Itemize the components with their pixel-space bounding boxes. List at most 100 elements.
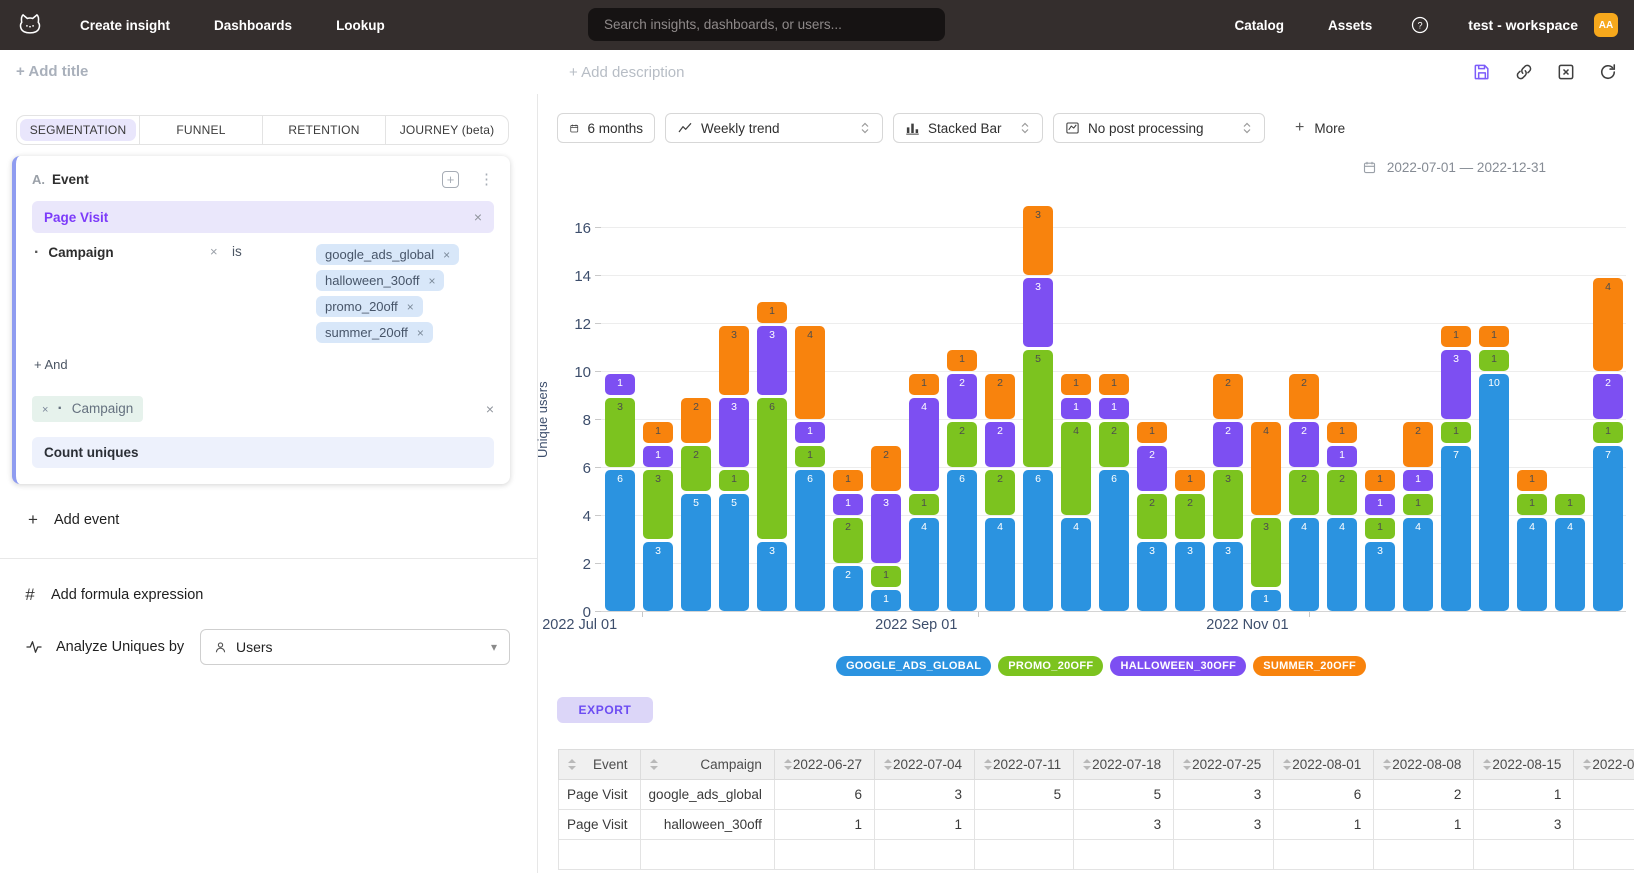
segment-summer_20off[interactable]: 2 — [1403, 422, 1433, 467]
tag-remove-icon[interactable]: × — [417, 326, 424, 340]
segment-promo_20off[interactable]: 2 — [947, 422, 977, 467]
segment-promo_20off[interactable]: 2 — [1137, 494, 1167, 539]
export-button[interactable]: EXPORT — [557, 697, 653, 723]
event-select-row[interactable]: Page Visit × — [32, 201, 494, 233]
remove-filter-icon[interactable]: × — [210, 244, 232, 343]
legend-pill-summer-20off[interactable]: SUMMER_20OFF — [1253, 656, 1366, 676]
segment-summer_20off[interactable]: 1 — [757, 302, 787, 323]
sort-icon[interactable] — [783, 758, 793, 771]
sort-icon[interactable] — [1082, 758, 1092, 771]
segment-halloween_30off[interactable]: 1 — [605, 374, 635, 395]
column-header-2022-07-11[interactable]: 2022-07-11 — [975, 750, 1074, 780]
chart-type-select[interactable]: Stacked Bar — [893, 113, 1043, 143]
post-processing-select[interactable]: No post processing — [1053, 113, 1265, 143]
sort-icon[interactable] — [1582, 758, 1592, 771]
bar-2022-11-28[interactable]: 7131 — [1441, 326, 1471, 611]
segment-google_ads_global[interactable]: 1 — [871, 590, 901, 611]
segment-google_ads_global[interactable]: 6 — [947, 470, 977, 611]
segment-promo_20off[interactable]: 1 — [1479, 350, 1509, 371]
segment-halloween_30off[interactable]: 3 — [1023, 278, 1053, 347]
segment-google_ads_global[interactable]: 3 — [1137, 542, 1167, 611]
segment-summer_20off[interactable]: 4 — [795, 326, 825, 419]
segment-summer_20off[interactable]: 1 — [1365, 470, 1395, 491]
filter-value-promo-20off[interactable]: promo_20off× — [316, 296, 423, 317]
segment-summer_20off[interactable]: 4 — [1593, 278, 1623, 371]
segment-google_ads_global[interactable]: 4 — [1289, 518, 1319, 611]
segment-google_ads_global[interactable]: 4 — [909, 518, 939, 611]
save-icon[interactable] — [1471, 61, 1492, 82]
breakdown-pill[interactable]: × · Campaign — [32, 396, 143, 422]
bar-2022-08-15[interactable]: 1132 — [871, 446, 901, 611]
sort-icon[interactable] — [567, 758, 577, 771]
segment-google_ads_global[interactable]: 6 — [1023, 470, 1053, 611]
segment-summer_20off[interactable]: 1 — [1061, 374, 1091, 395]
bar-2022-11-07[interactable]: 4211 — [1327, 422, 1357, 611]
segment-promo_20off[interactable]: 5 — [1023, 350, 1053, 467]
segment-google_ads_global[interactable]: 2 — [833, 566, 863, 611]
segment-halloween_30off[interactable]: 2 — [1137, 446, 1167, 491]
column-header-2022-06-27[interactable]: 2022-06-27 — [774, 750, 874, 780]
cat-logo-icon[interactable] — [16, 10, 46, 40]
tab-segmentation[interactable]: SEGMENTATION — [17, 116, 139, 144]
segment-promo_20off[interactable]: 1 — [719, 470, 749, 491]
date-range-button[interactable]: 6 months — [557, 113, 655, 143]
segment-promo_20off[interactable]: 4 — [1061, 422, 1091, 515]
segment-summer_20off[interactable]: 1 — [947, 350, 977, 371]
segment-google_ads_global[interactable]: 4 — [1327, 518, 1357, 611]
segment-halloween_30off[interactable]: 2 — [1213, 422, 1243, 467]
segment-google_ads_global[interactable]: 7 — [1593, 446, 1623, 611]
segment-promo_20off[interactable]: 1 — [1517, 494, 1547, 515]
segment-halloween_30off[interactable]: 1 — [1327, 446, 1357, 467]
trend-select[interactable]: Weekly trend — [665, 113, 883, 143]
segment-summer_20off[interactable]: 1 — [1099, 374, 1129, 395]
nav-item-create-insight[interactable]: Create insight — [80, 18, 170, 33]
column-header-2022-07-18[interactable]: 2022-07-18 — [1074, 750, 1174, 780]
filter-property[interactable]: Campaign — [48, 245, 113, 260]
segment-halloween_30off[interactable]: 2 — [1593, 374, 1623, 419]
filter-operator[interactable]: is — [232, 244, 316, 343]
bar-2022-09-19[interactable]: 4411 — [1061, 374, 1091, 611]
column-header-campaign[interactable]: Campaign — [640, 750, 774, 780]
segment-promo_20off[interactable]: 3 — [605, 398, 635, 467]
segment-google_ads_global[interactable]: 3 — [1213, 542, 1243, 611]
remove-event-icon[interactable]: × — [474, 209, 482, 225]
segment-halloween_30off[interactable]: 2 — [985, 422, 1015, 467]
nav-item-dashboards[interactable]: Dashboards — [214, 18, 292, 33]
segment-summer_20off[interactable]: 1 — [1441, 326, 1471, 347]
filter-value-halloween-30off[interactable]: halloween_30off× — [316, 270, 444, 291]
column-header-2022-08-08[interactable]: 2022-08-08 — [1374, 750, 1474, 780]
bar-2022-10-31[interactable]: 4222 — [1289, 374, 1319, 611]
segment-halloween_30off[interactable]: 3 — [757, 326, 787, 395]
segment-summer_20off[interactable]: 1 — [1479, 326, 1509, 347]
bar-2022-12-12[interactable]: 411 — [1517, 470, 1547, 611]
column-header-2022-07-04[interactable]: 2022-07-04 — [874, 750, 974, 780]
segment-promo_20off[interactable]: 1 — [1593, 422, 1623, 443]
segment-promo_20off[interactable]: 1 — [871, 566, 901, 587]
segment-promo_20off[interactable]: 1 — [1441, 422, 1471, 443]
tab-funnel[interactable]: FUNNEL — [139, 116, 262, 144]
aggregation-select[interactable]: Count uniques — [32, 437, 494, 468]
nav-item-lookup[interactable]: Lookup — [336, 18, 385, 33]
column-header-2022-08-22[interactable]: 2022-08-22 — [1574, 750, 1634, 780]
avatar[interactable]: AA — [1594, 13, 1618, 37]
segment-halloween_30off[interactable]: 1 — [833, 494, 863, 515]
bar-2022-11-21[interactable]: 4112 — [1403, 422, 1433, 611]
segment-google_ads_global[interactable]: 4 — [1403, 518, 1433, 611]
add-filter-icon[interactable]: + — [442, 171, 459, 188]
segment-summer_20off[interactable]: 2 — [1213, 374, 1243, 419]
nav-item-catalog[interactable]: Catalog — [1234, 18, 1284, 33]
add-event-button[interactable]: + Add event — [25, 510, 537, 530]
sort-icon[interactable] — [883, 758, 893, 771]
segment-halloween_30off[interactable]: 3 — [871, 494, 901, 563]
segment-halloween_30off[interactable]: 1 — [1061, 398, 1091, 419]
bar-2022-08-01[interactable]: 6114 — [795, 326, 825, 611]
remove-breakdown-icon[interactable]: × — [42, 404, 48, 416]
segment-google_ads_global[interactable]: 3 — [757, 542, 787, 611]
legend-pill-google-ads-global[interactable]: GOOGLE_ADS_GLOBAL — [836, 656, 991, 676]
column-header-2022-07-25[interactable]: 2022-07-25 — [1174, 750, 1274, 780]
segment-google_ads_global[interactable]: 4 — [1517, 518, 1547, 611]
segment-promo_20off[interactable]: 1 — [795, 446, 825, 467]
legend-pill-promo-20off[interactable]: PROMO_20OFF — [998, 656, 1103, 676]
segment-promo_20off[interactable]: 6 — [757, 398, 787, 539]
segment-promo_20off[interactable]: 2 — [681, 446, 711, 491]
